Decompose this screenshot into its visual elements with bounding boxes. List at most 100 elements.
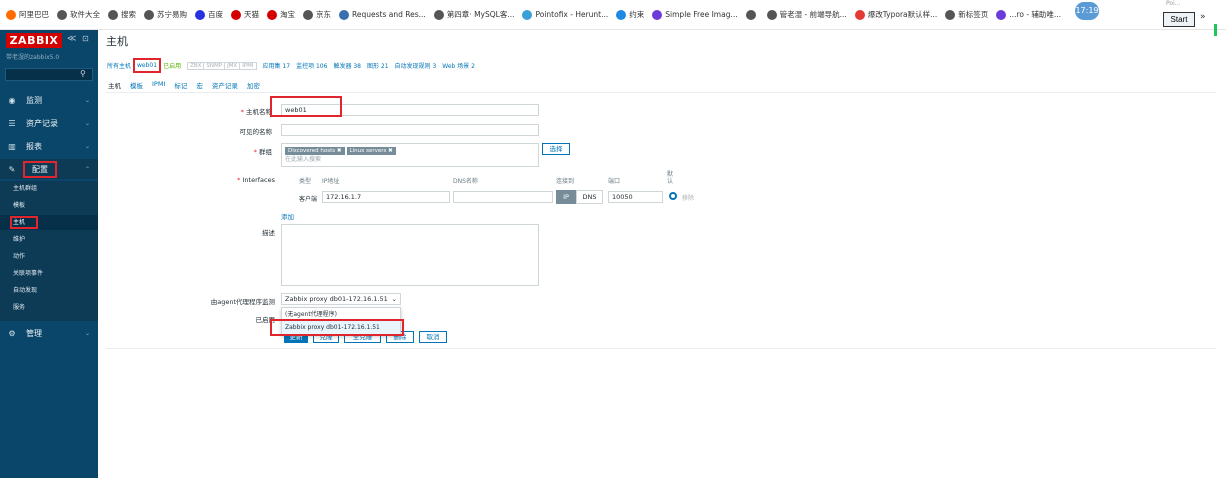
groups-placeholder: 在此输入搜索 xyxy=(285,156,322,163)
gear-icon: ⚙ xyxy=(8,328,16,338)
bookmark-item[interactable] xyxy=(745,9,759,20)
description-textarea[interactable] xyxy=(281,224,539,286)
submenu-host-groups[interactable]: 主机群组 xyxy=(0,181,98,196)
bookmark-label: 管老湿 - 前端导航... xyxy=(779,10,847,19)
bookmark-item[interactable]: 第四章· MySQL客... xyxy=(433,9,514,20)
chart-icon: ▥ xyxy=(8,141,16,151)
bookmark-item[interactable]: 天猫 xyxy=(231,9,259,20)
sidebar-item-administration[interactable]: ⚙ 管理 ⌄ xyxy=(0,323,98,343)
bookmark-item[interactable]: 管老湿 - 前端导航... xyxy=(766,9,847,20)
chevron-down-icon: ⌄ xyxy=(84,142,90,150)
groups-label: * 群组 xyxy=(253,148,272,156)
interface-dns-input[interactable] xyxy=(453,191,553,203)
submenu-discovery[interactable]: 自动发现 xyxy=(0,283,98,298)
search-icon[interactable]: ⚲ xyxy=(80,69,86,78)
typora-icon xyxy=(854,9,865,20)
default-interface-radio[interactable] xyxy=(669,192,677,200)
description-label: 描述 xyxy=(262,229,275,237)
bookmark-label: 软件大全 xyxy=(70,10,100,19)
if-header-ip: IP地址 xyxy=(322,178,340,185)
sidebar-item-label: 报表 xyxy=(26,141,42,151)
crumb-host[interactable]: web01 xyxy=(133,58,162,73)
bookmark-label: 爆改Typora默认样... xyxy=(867,10,938,19)
bookmark-label: 苏宁易购 xyxy=(157,10,187,19)
pinned-tab-label: Poi... xyxy=(1166,0,1181,7)
bookmark-label: Requests and Res... xyxy=(352,10,426,19)
if-header-type: 类型 xyxy=(299,178,312,185)
bookmark-label: 淘宝 xyxy=(280,10,295,19)
connect-dns-toggle[interactable]: DNS xyxy=(576,190,603,204)
taobao-icon xyxy=(267,9,277,20)
submenu-templates[interactable]: 模板 xyxy=(0,198,98,213)
start-button[interactable]: Start xyxy=(1163,12,1195,27)
globe-icon xyxy=(766,9,777,20)
snmp-badge: SNMP xyxy=(204,62,226,69)
bookmark-item[interactable]: 百度 xyxy=(195,9,223,20)
tmall-icon xyxy=(231,9,241,20)
submenu-actions[interactable]: 动作 xyxy=(0,249,98,264)
sidebar-item-label: 配置 xyxy=(23,160,57,178)
interfaces-label: * Interfaces xyxy=(237,176,275,184)
chevron-down-icon: ⌄ xyxy=(84,119,90,127)
bookmark-item[interactable]: Pointofix - Herunt... xyxy=(522,9,608,20)
visible-name-input[interactable] xyxy=(281,124,539,136)
select-groups-button[interactable]: 选择 xyxy=(542,143,570,155)
highlight-box xyxy=(270,96,342,117)
bookmark-label: 百度 xyxy=(208,10,223,19)
bookmark-item[interactable]: 软件大全 xyxy=(57,9,100,20)
crumb-items[interactable]: 监控项 106 xyxy=(296,61,327,70)
chevron-down-icon: ⌄ xyxy=(391,295,397,303)
group-chip[interactable]: Linux servers ✖ xyxy=(346,147,396,155)
eye-icon: ◉ xyxy=(8,95,16,105)
crumb-graphs[interactable]: 图形 21 xyxy=(367,61,389,70)
bookmark-label: 搜索 xyxy=(121,10,136,19)
sidebar-item-monitoring[interactable]: ◉ 监测 ⌄ xyxy=(0,90,98,110)
collapse-sidebar-icon[interactable]: ≪ xyxy=(67,34,76,44)
bookmark-item[interactable]: 阿里巴巴 xyxy=(6,9,49,20)
sidebar-item-configuration[interactable]: ✎ 配置 ⌃ xyxy=(0,159,98,179)
bookmark-item[interactable]: Simple Free Imag... xyxy=(652,9,738,20)
group-chip[interactable]: Discovered hosts ✖ xyxy=(285,147,345,155)
submenu-event-correlation[interactable]: 关联项事件 xyxy=(0,266,98,281)
crumb-triggers[interactable]: 触发器 38 xyxy=(333,61,361,70)
bookmark-item[interactable]: 淘宝 xyxy=(267,9,295,20)
bookmark-item[interactable]: Requests and Res... xyxy=(339,9,426,20)
globe-icon xyxy=(433,9,444,20)
submenu-hosts[interactable]: 主机 xyxy=(0,215,98,230)
more-bookmarks-icon[interactable]: » xyxy=(1200,12,1206,22)
sidebar-item-label: 管理 xyxy=(26,328,42,338)
remove-interface-link[interactable]: 移除 xyxy=(682,193,694,202)
bookmark-item[interactable]: 苏宁易购 xyxy=(144,9,187,20)
crumb-all-hosts[interactable]: 所有主机 xyxy=(107,61,131,70)
bookmark-item[interactable]: 爆改Typora默认样... xyxy=(854,9,938,20)
sidebar-item-inventory[interactable]: ☰ 资产记录 ⌄ xyxy=(0,113,98,133)
groups-multiselect[interactable]: Discovered hosts ✖ Linux servers ✖ 在此输入搜索 xyxy=(281,143,539,167)
cancel-button[interactable]: 取消 xyxy=(419,331,447,343)
availability-badges: ZBX SNMP JMX IPMI xyxy=(187,61,257,70)
kiosk-mode-icon[interactable]: ⊡ xyxy=(82,34,89,43)
sidebar-item-reports[interactable]: ▥ 报表 ⌄ xyxy=(0,136,98,156)
crumb-applications[interactable]: 应用集 17 xyxy=(263,61,291,70)
bookmark-item[interactable]: 约束 xyxy=(616,9,644,20)
bookmark-item[interactable]: 搜索 xyxy=(108,9,136,20)
ipmi-badge: IPMI xyxy=(242,62,254,69)
crumb-discovery[interactable]: 自动发现规则 3 xyxy=(395,61,437,70)
interface-ip-input[interactable]: 172.16.1.7 xyxy=(322,191,450,203)
bookmark-item[interactable]: 新标签页 xyxy=(945,9,988,20)
green-edge-marker xyxy=(1214,24,1217,36)
interface-port-input[interactable]: 10050 xyxy=(608,191,663,203)
bookmark-item[interactable]: ...ro - 辅助唯... xyxy=(996,9,1061,20)
bookmark-item[interactable]: 京东 xyxy=(303,9,331,20)
visible-name-label: 可见的名称 xyxy=(239,128,273,136)
proxy-select[interactable]: Zabbix proxy db01-172.16.1.51 ⌄ xyxy=(281,293,401,305)
bookmark-label: 阿里巴巴 xyxy=(19,10,49,19)
submenu-maintenance[interactable]: 维护 xyxy=(0,232,98,247)
connect-ip-toggle[interactable]: IP xyxy=(556,190,576,204)
jmx-badge: JMX xyxy=(225,62,241,69)
submenu-services[interactable]: 服务 xyxy=(0,300,98,315)
add-interface-link[interactable]: 添加 xyxy=(281,211,294,221)
breadcrumb: 所有主机 web01 已启用 ZBX SNMP JMX IPMI 应用集 17 … xyxy=(107,58,481,73)
zabbix-logo[interactable]: ZABBIX xyxy=(6,33,62,48)
status-badge[interactable]: 已启用 xyxy=(163,61,181,70)
crumb-web[interactable]: Web 场景 2 xyxy=(442,61,475,70)
